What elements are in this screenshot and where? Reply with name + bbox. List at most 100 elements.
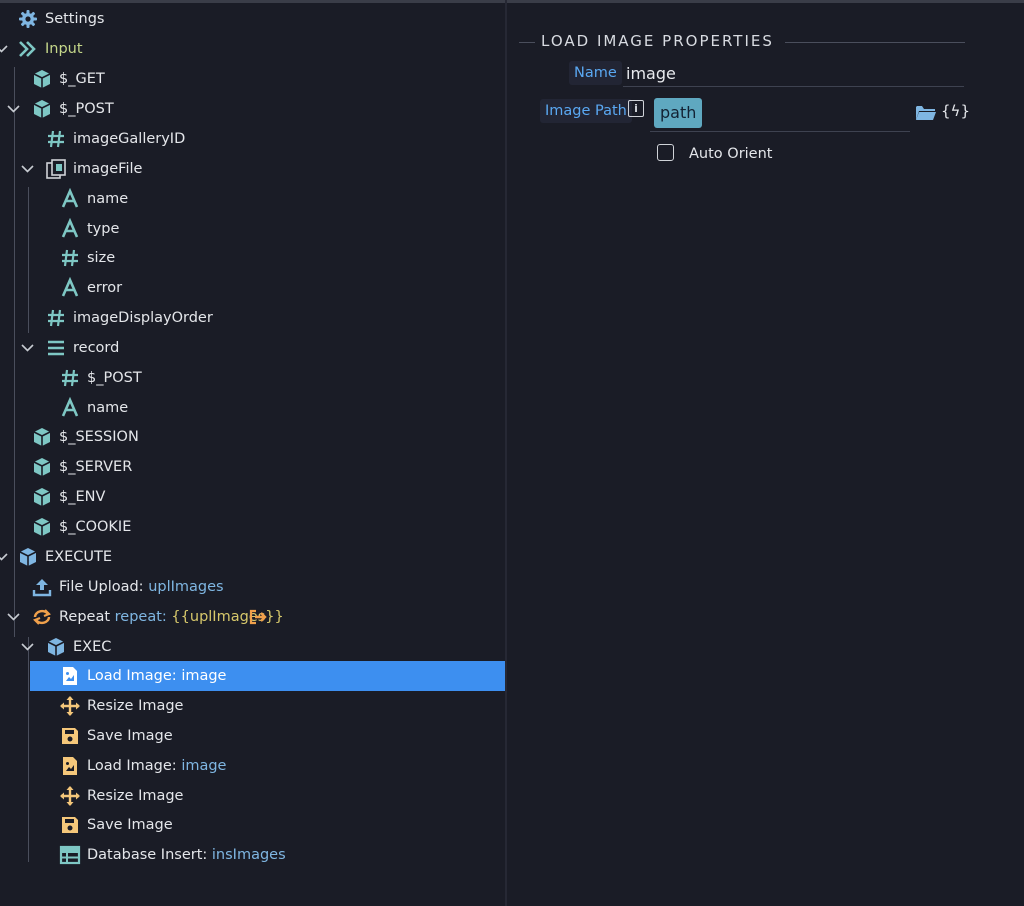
tree-item-save-image[interactable]: Save Image: [0, 810, 505, 840]
hash-icon: [45, 307, 67, 329]
info-icon[interactable]: i: [628, 100, 644, 117]
move-arrows-icon: [59, 785, 81, 807]
tree-item-detail: insImages: [211, 847, 286, 863]
tree-item-label: error: [87, 280, 123, 296]
tree-item-image-file[interactable]: imageFile: [0, 154, 505, 184]
image-path-field[interactable]: path: [654, 98, 703, 128]
cube-icon: [31, 486, 53, 508]
chevron-down-icon[interactable]: [6, 609, 21, 624]
tree-item-detail: image: [181, 758, 227, 774]
tree-item-name[interactable]: name: [0, 184, 505, 214]
cube-icon: [17, 546, 39, 568]
name-label: Name: [569, 61, 622, 85]
tree-item-resize-image[interactable]: Resize Image: [0, 691, 505, 721]
tree-item-label: size: [87, 250, 116, 266]
text-type-icon: [59, 217, 81, 240]
tree-item-label: Settings: [45, 11, 105, 27]
tree-item-post[interactable]: $_POST: [0, 94, 505, 124]
tree-item-save-image[interactable]: Save Image: [0, 721, 505, 751]
text-type-icon: [59, 396, 81, 419]
tree-item-record-name[interactable]: name: [0, 393, 505, 423]
chevron-down-icon[interactable]: [6, 101, 21, 116]
tree-item-load-image[interactable]: Load Image: image: [0, 751, 505, 781]
tree-item-label: EXECUTE: [45, 549, 113, 565]
tree-item-label: $_SERVER: [59, 459, 133, 475]
tree-item-repeat[interactable]: Repeat repeat: {{uplImages}}: [0, 602, 505, 632]
hash-icon: [59, 247, 81, 269]
tree-item-env[interactable]: $_ENV: [0, 482, 505, 512]
exit-output-icon: [248, 607, 270, 629]
tree-item-label: Save Image: [87, 817, 173, 833]
tree-item-text: Load Image: image: [87, 667, 226, 685]
section-divider: [519, 42, 535, 43]
tree-item-exec[interactable]: EXEC: [0, 632, 505, 662]
cube-icon: [31, 68, 53, 90]
tree-item-session[interactable]: $_SESSION: [0, 422, 505, 452]
tree-item-server[interactable]: $_SERVER: [0, 452, 505, 482]
tree-item-label: Resize Image: [87, 698, 184, 714]
tree-item-label: $_SESSION: [59, 429, 139, 445]
repeat-icon: [31, 606, 53, 628]
tree-item-text: Load Image: image: [87, 757, 226, 775]
section-title: LOAD IMAGE PROPERTIES: [541, 32, 774, 50]
tree-item-label: Database Insert:: [87, 847, 208, 863]
tree-item-label: $_COOKIE: [59, 519, 132, 535]
tree-item-execute[interactable]: EXECUTE: [0, 542, 505, 572]
tree-item-label: record: [73, 340, 120, 356]
tree-item-file-upload[interactable]: File Upload: uplImages: [0, 572, 505, 602]
name-field[interactable]: image: [626, 64, 676, 83]
cube-icon: [31, 426, 53, 448]
tree-item-settings[interactable]: Settings: [0, 4, 505, 34]
tree-item-detail: image: [181, 668, 227, 684]
tree-item-input[interactable]: Input: [0, 34, 505, 64]
tree-item-size[interactable]: size: [0, 243, 505, 273]
tree-item-text: Database Insert: insImages: [87, 846, 286, 864]
tree-item-label: Input: [45, 41, 83, 57]
tree-item-resize-image[interactable]: Resize Image: [0, 781, 505, 811]
file-object-icon: [45, 158, 67, 180]
tree-item-label: $_POST: [87, 370, 142, 386]
chevron-down-icon[interactable]: [0, 41, 9, 56]
cube-icon: [31, 98, 53, 120]
tree-item-image-display-order[interactable]: imageDisplayOrder: [0, 303, 505, 333]
save-floppy-icon: [59, 814, 81, 836]
tree-item-label: type: [87, 221, 120, 237]
image-file-icon: [59, 755, 81, 777]
tree-item-label: $_ENV: [59, 489, 106, 505]
tree-item-label: File Upload:: [59, 579, 144, 595]
tree-item-label: Resize Image: [87, 788, 184, 804]
auto-orient-checkbox[interactable]: [657, 144, 674, 161]
gear-icon: [17, 8, 39, 30]
folder-open-icon[interactable]: [915, 104, 937, 126]
chevron-down-icon[interactable]: [0, 549, 9, 564]
tree-item-record-post[interactable]: $_POST: [0, 363, 505, 393]
tree-item-label: imageDisplayOrder: [73, 310, 213, 326]
name-field-underline: [623, 86, 964, 87]
properties-panel: LOAD IMAGE PROPERTIES Name image Image P…: [507, 3, 1024, 906]
dynamic-data-icon[interactable]: {ϟ}: [941, 102, 970, 120]
cube-icon: [31, 456, 53, 478]
cube-icon: [45, 636, 67, 658]
tree-item-cookie[interactable]: $_COOKIE: [0, 512, 505, 542]
chevron-down-icon[interactable]: [20, 161, 35, 176]
tree-item-type[interactable]: type: [0, 214, 505, 244]
tree-item-label: Repeat: [59, 609, 111, 625]
tree-item-database-insert[interactable]: Database Insert: insImages: [0, 840, 505, 870]
tree-item-get[interactable]: $_GET: [0, 64, 505, 94]
tree-item-image-gallery-id[interactable]: imageGalleryID: [0, 124, 505, 154]
tree-item-error[interactable]: error: [0, 273, 505, 303]
tree-item-label: $_POST: [59, 101, 114, 117]
tree-item-record[interactable]: record: [0, 333, 505, 363]
tree-item-label: imageGalleryID: [73, 131, 186, 147]
chevron-down-icon[interactable]: [20, 340, 35, 355]
auto-orient-label: Auto Orient: [689, 146, 773, 162]
upload-icon: [31, 576, 53, 598]
move-arrows-icon: [59, 695, 81, 717]
tree-item-label: $_GET: [59, 71, 105, 87]
chevron-down-icon[interactable]: [20, 639, 35, 654]
image-path-underline: [650, 131, 910, 132]
tree-item-detail: repeat:: [114, 609, 167, 625]
tree-item-load-image-selected[interactable]: Load Image: image: [30, 661, 505, 691]
tree-item-label: EXEC: [73, 639, 112, 655]
tree-item-label: Load Image:: [87, 668, 177, 684]
